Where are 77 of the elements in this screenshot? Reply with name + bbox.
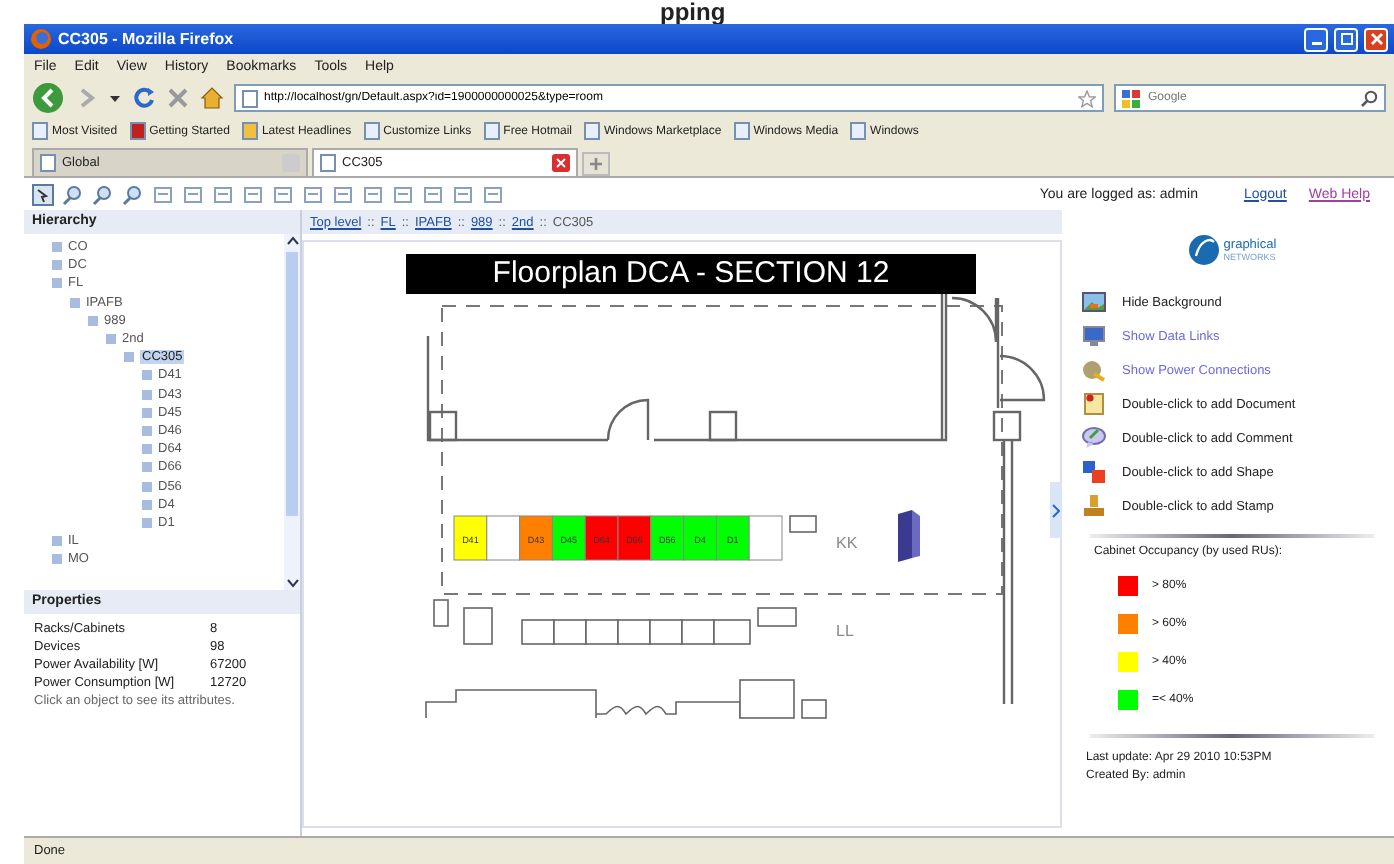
panel-toggle-button[interactable] bbox=[1050, 482, 1062, 538]
bookmark-icon bbox=[129, 122, 146, 140]
bookmark-icon bbox=[733, 122, 750, 140]
tree-node-icon[interactable] bbox=[106, 334, 116, 345]
cabinet[interactable] bbox=[453, 515, 488, 561]
bookmark-icon bbox=[850, 122, 867, 140]
home-icon[interactable] bbox=[200, 86, 224, 110]
page-icon bbox=[40, 154, 56, 172]
new-tab-button[interactable] bbox=[582, 152, 610, 176]
shapes-icon[interactable] bbox=[1082, 460, 1106, 484]
browser-logo-icon bbox=[30, 28, 52, 50]
tree-node-icon[interactable] bbox=[52, 554, 62, 565]
cabinet[interactable] bbox=[584, 515, 619, 561]
note-icon[interactable] bbox=[1082, 392, 1106, 416]
maximize-button[interactable] bbox=[1334, 27, 1358, 51]
bookmark-icon bbox=[584, 122, 600, 140]
maximize-icon bbox=[1339, 32, 1353, 46]
close-tab-icon[interactable] bbox=[552, 154, 570, 172]
bookmark-icon bbox=[241, 122, 258, 140]
scrollbar[interactable] bbox=[284, 234, 300, 590]
zoom-icon[interactable] bbox=[122, 183, 144, 205]
reload-icon[interactable] bbox=[132, 86, 156, 110]
tree-node-icon[interactable] bbox=[142, 389, 152, 400]
search-icon[interactable] bbox=[1360, 89, 1378, 107]
search-engine-icon bbox=[1122, 89, 1142, 107]
cabinet[interactable] bbox=[551, 515, 586, 561]
zone-label: KK bbox=[836, 534, 858, 552]
scroll-down-icon[interactable] bbox=[285, 576, 299, 590]
tree-node-icon[interactable] bbox=[142, 481, 152, 492]
page-icon bbox=[320, 154, 336, 172]
minimize-button[interactable] bbox=[1304, 27, 1328, 51]
tree-node-icon[interactable] bbox=[142, 425, 152, 436]
tree-node-icon[interactable] bbox=[142, 462, 152, 473]
tree-node-icon[interactable] bbox=[52, 260, 62, 271]
tree-node-icon[interactable] bbox=[124, 352, 134, 363]
stamp-icon[interactable] bbox=[1082, 494, 1106, 518]
cabinet[interactable] bbox=[650, 515, 685, 561]
tree-node-icon[interactable] bbox=[70, 297, 80, 308]
scroll-up-icon[interactable] bbox=[285, 234, 299, 248]
cabinet[interactable] bbox=[519, 515, 553, 561]
picture-icon[interactable] bbox=[1082, 290, 1106, 314]
cabinet[interactable] bbox=[617, 515, 652, 561]
cabinet[interactable] bbox=[486, 515, 521, 561]
close-icon bbox=[1369, 32, 1383, 46]
monitor-icon[interactable] bbox=[1082, 324, 1106, 348]
cabinet[interactable] bbox=[748, 515, 783, 561]
tree-node-icon[interactable] bbox=[52, 536, 62, 547]
tree-node-icon[interactable] bbox=[142, 499, 152, 510]
tool-icon[interactable] bbox=[32, 183, 54, 205]
star-icon[interactable] bbox=[1078, 89, 1096, 107]
cabinet[interactable] bbox=[683, 515, 717, 561]
tree-node-icon[interactable] bbox=[142, 370, 152, 381]
slide-title-fragment: pping bbox=[658, 0, 728, 24]
back-button[interactable] bbox=[32, 82, 64, 114]
zone-label: LL bbox=[836, 622, 854, 640]
page-icon bbox=[242, 89, 258, 107]
floorplan-title: Floorplan DCA - SECTION 12 bbox=[406, 254, 976, 294]
tree-node-icon[interactable] bbox=[142, 517, 152, 528]
close-button[interactable] bbox=[1364, 27, 1388, 51]
logo-icon bbox=[1187, 232, 1220, 268]
bookmark-icon bbox=[483, 122, 500, 140]
speech-bubble-icon[interactable] bbox=[1082, 426, 1106, 450]
tree-node-icon[interactable] bbox=[52, 242, 62, 253]
plus-icon bbox=[588, 156, 604, 172]
chevron-icon bbox=[1052, 503, 1060, 517]
bookmark-icon bbox=[363, 122, 380, 140]
bookmark-icon bbox=[32, 122, 48, 140]
server-icon[interactable] bbox=[898, 510, 920, 562]
zoom-icon[interactable] bbox=[62, 183, 84, 205]
tree-node-icon[interactable] bbox=[142, 407, 152, 418]
tree-node-icon[interactable] bbox=[88, 315, 98, 326]
window-title: CC305 - Mozilla Firefox bbox=[58, 30, 234, 48]
tree-node-icon[interactable] bbox=[142, 444, 152, 455]
zoom-icon[interactable] bbox=[92, 183, 114, 205]
stop-icon[interactable] bbox=[166, 86, 190, 110]
cabinet[interactable] bbox=[715, 515, 750, 561]
tree-node-icon[interactable] bbox=[52, 278, 62, 289]
